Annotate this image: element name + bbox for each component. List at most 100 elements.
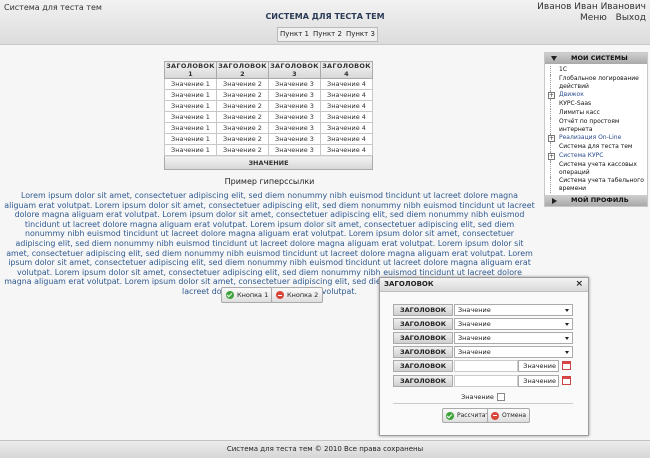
table-cell: Значение 3 [268, 144, 321, 156]
select-field[interactable]: Значение [454, 346, 573, 358]
button-1-label: Кнопка 1 [237, 291, 269, 299]
user-name: Иванов Иван Иванович [537, 2, 646, 12]
table-cell: Значение 4 [320, 78, 373, 90]
sidebar-item-label: Глобальное логирование действий [559, 75, 639, 90]
table-cell: Значение 2 [216, 100, 269, 112]
table-cell: Значение 2 [216, 89, 269, 101]
sidebar-item-label: 1С [559, 66, 568, 73]
table-cell: Значение 2 [216, 111, 269, 123]
text-input[interactable] [454, 375, 518, 387]
sidebar-item[interactable]: Система для теста тем [545, 143, 647, 152]
exit-link[interactable]: Выход [616, 13, 646, 23]
tree-line [550, 161, 551, 177]
table-cell: Значение 2 [216, 122, 269, 134]
top-nav: Пункт 1 Пункт 2 Пункт 3 [277, 27, 378, 42]
expand-icon[interactable]: + [548, 92, 555, 99]
nav-item-3[interactable]: Пункт 3 [344, 28, 377, 41]
tree-line [550, 118, 551, 134]
date-row: ЗАГОЛОВОК Значение [393, 375, 573, 387]
systems-tree: 1С Глобальное логирование действий + Движок… [545, 64, 647, 195]
sidebar-item[interactable]: + Движок [545, 91, 647, 100]
button-2-label: Кнопка 2 [287, 291, 319, 299]
table-row[interactable]: Значение 1 Значение 2 Значение 3 Значение 4 [164, 78, 373, 90]
sidebar-item[interactable]: Глобальное логирование действий [545, 75, 647, 91]
footer: Система для теста тем © 2010 Все права с… [0, 440, 650, 458]
column-header-4[interactable]: ЗАГОЛОВОК 4 [320, 61, 373, 79]
chevron-down-icon [565, 337, 569, 340]
table-cell: Значение 2 [216, 78, 269, 90]
text-input[interactable] [454, 360, 518, 372]
sidebar-item-label: Система учета кассовых операций [559, 161, 637, 176]
check-icon [226, 291, 234, 299]
table-row[interactable]: Значение 1 Значение 2 Значение 3 Значение 4 [164, 89, 373, 101]
button-2[interactable]: Кнопка 2 [271, 287, 324, 303]
sidebar-item-label: Система для теста тем [559, 143, 633, 150]
form-label: ЗАГОЛОВОК [393, 304, 453, 316]
tree-line [550, 100, 551, 109]
table-cell: Значение 1 [164, 89, 217, 101]
cancel-label: Отмена [502, 412, 527, 419]
menu-link[interactable]: Меню [580, 13, 607, 23]
my-systems-header[interactable]: МОИ СИСТЕМЫ [545, 53, 647, 64]
table-cell: Значение 1 [164, 100, 217, 112]
chevron-down-icon [565, 309, 569, 312]
table-cell: Значение 3 [268, 78, 321, 90]
calendar-icon[interactable] [562, 376, 571, 385]
dialog: ЗАГОЛОВОК × ЗАГОЛОВОК Значение ЗАГОЛОВОК… [379, 277, 589, 436]
select-value: Значение [458, 320, 491, 328]
my-profile-header[interactable]: МОЙ ПРОФИЛЬ [545, 195, 647, 206]
sidebar-item[interactable]: Отчёт по простоям интернета [545, 118, 647, 134]
sidebar-item[interactable]: + Система КУРС [545, 152, 647, 161]
cancel-button[interactable]: Отмена [487, 408, 531, 423]
calendar-icon[interactable] [562, 361, 571, 370]
date-field[interactable]: Значение [518, 375, 559, 387]
sidebar-item[interactable]: Лимиты касс [545, 109, 647, 118]
hyperlink[interactable]: Пример гиперссылки [0, 177, 539, 186]
select-field[interactable]: Значение [454, 318, 573, 330]
sidebar-item[interactable]: КУРС-Saas [545, 100, 647, 109]
sidebar-item[interactable]: + Реализация On-Line [545, 134, 647, 143]
date-row: ЗАГОЛОВОК Значение [393, 360, 573, 372]
table-row[interactable]: Значение 1 Значение 2 Значение 3 Значение 4 [164, 100, 373, 112]
select-value: Значение [458, 306, 491, 314]
table-cell: Значение 4 [320, 111, 373, 123]
date-field[interactable]: Значение [518, 360, 559, 372]
nav-item-1[interactable]: Пункт 1 [278, 28, 311, 41]
sidebar-item-label: Система учета табельного времени [559, 177, 644, 192]
expand-icon[interactable]: + [548, 153, 555, 160]
expand-icon[interactable]: + [548, 135, 555, 142]
app-name: Система для теста тем [4, 3, 102, 12]
column-header-3[interactable]: ЗАГОЛОВОК 3 [268, 61, 321, 79]
table-row[interactable]: Значение 1 Значение 2 Значение 3 Значение 4 [164, 111, 373, 123]
dialog-title: ЗАГОЛОВОК [384, 280, 434, 288]
sidebar-item[interactable]: Система учета табельного времени [545, 177, 647, 193]
sidebar-item[interactable]: Система учета кассовых операций [545, 161, 647, 177]
select-field[interactable]: Значение [454, 304, 573, 316]
sidebar-item-label: КУРС-Saas [559, 100, 592, 107]
button-1[interactable]: Кнопка 1 [221, 287, 274, 303]
table-row[interactable]: Значение 1 Значение 2 Значение 3 Значение 4 [164, 133, 373, 145]
form-label: ЗАГОЛОВОК [393, 360, 453, 372]
select-field[interactable]: Значение [454, 332, 573, 344]
nav-item-2[interactable]: Пункт 2 [311, 28, 344, 41]
table-cell: Значение 1 [164, 122, 217, 134]
checkbox-row: Значение [393, 391, 573, 404]
checkbox[interactable] [496, 393, 505, 401]
tree-line [550, 75, 551, 91]
table-row[interactable]: Значение 1 Значение 2 Значение 3 Значение 4 [164, 122, 373, 134]
column-header-2[interactable]: ЗАГОЛОВОК 2 [216, 61, 269, 79]
table-cell: Значение 3 [268, 89, 321, 101]
close-icon[interactable]: × [575, 278, 583, 291]
sidebar-item[interactable]: 1С [545, 66, 647, 75]
table-cell: Значение 4 [320, 144, 373, 156]
dialog-titlebar: ЗАГОЛОВОК × [380, 278, 588, 292]
tree-line [550, 177, 551, 193]
table-cell: Значение 4 [320, 133, 373, 145]
table-cell: Значение 4 [320, 89, 373, 101]
check-icon [446, 411, 454, 420]
column-header-1[interactable]: ЗАГОЛОВОК 1 [164, 61, 217, 79]
table-row[interactable]: Значение 1 Значение 2 Значение 3 Значение 4 [164, 144, 373, 156]
sidebar-item-label: Движок [559, 91, 584, 98]
chevron-down-icon [565, 351, 569, 354]
my-systems-label: МОИ СИСТЕМЫ [571, 54, 628, 62]
